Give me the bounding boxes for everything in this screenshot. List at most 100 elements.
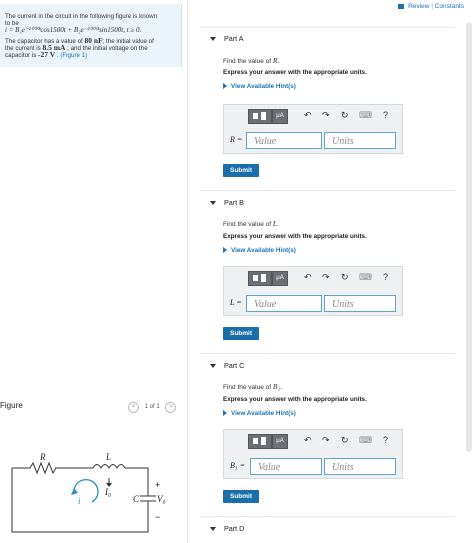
v-value: -27 V — [38, 50, 56, 59]
part-d-header[interactable]: Part D — [210, 524, 244, 533]
part-b-answer-box: μA ↶ ↷ ↻ ⌨ ? L = Value Units — [223, 266, 403, 316]
part-b-divider — [200, 190, 455, 191]
i0-label: I₀ — [104, 487, 111, 497]
redo-icon[interactable]: ↷ — [322, 272, 330, 283]
units-button[interactable]: μA — [272, 109, 288, 124]
review-link[interactable]: Review — [408, 3, 429, 10]
part-b-hints-link[interactable]: View Available Hint(s) — [223, 247, 296, 254]
reset-icon[interactable]: ↻ — [341, 110, 349, 121]
undo-icon[interactable]: ↶ — [304, 110, 312, 121]
part-d-divider — [200, 516, 455, 517]
figure-link[interactable]: (Figure 1) — [60, 52, 87, 59]
help-icon[interactable]: ? — [383, 110, 388, 120]
help-icon[interactable]: ? — [383, 435, 388, 445]
keyboard-icon[interactable]: ⌨ — [359, 110, 372, 121]
part-c-hints-link[interactable]: View Available Hint(s) — [223, 410, 296, 417]
help-icon[interactable]: ? — [383, 272, 388, 282]
header-links: Review | Constants — [398, 3, 464, 10]
keyboard-icon[interactable]: ⌨ — [359, 272, 372, 283]
part-c-divider — [200, 353, 455, 354]
plus-sign: + — [155, 480, 160, 490]
v0-label: V₀ — [157, 494, 166, 504]
next-figure-button[interactable]: > — [165, 402, 177, 413]
part-a-units-input[interactable]: Units — [324, 132, 396, 149]
units-button[interactable]: μA — [272, 271, 288, 286]
part-d-title: Part D — [224, 524, 245, 533]
part-c-answer-box: μA ↶ ↷ ↻ ⌨ ? B₁ = Value Units — [223, 429, 403, 479]
capacitor — [140, 495, 156, 502]
collapse-arrow-icon — [210, 527, 216, 532]
part-a-submit-button[interactable]: Submit — [223, 164, 260, 177]
redo-icon[interactable]: ↷ — [322, 435, 330, 446]
hint-label: View Available Hint(s) — [231, 247, 296, 254]
find-text: Find the value of — [223, 221, 273, 228]
part-b-title: Part B — [224, 198, 244, 207]
current-equation: i = B₁e⁻²⁰⁰⁰ᵗcos1500t + B₂e⁻²⁰⁰⁰ᵗsin1500… — [5, 26, 142, 34]
part-a-title: Part A — [224, 34, 244, 43]
templates-icon[interactable] — [248, 434, 272, 449]
part-c-value-input[interactable]: Value — [250, 458, 322, 475]
inductor — [92, 464, 149, 496]
part-a-header[interactable]: Part A — [210, 34, 244, 43]
part-b-instruction: Express your answer with the appropriate… — [223, 233, 367, 240]
part-a-instruction: Express your answer with the appropriate… — [223, 69, 367, 76]
find-variable: B₁ — [272, 382, 281, 391]
part-c-instruction: Express your answer with the appropriate… — [223, 396, 367, 403]
part-b-header[interactable]: Part B — [210, 198, 244, 207]
hint-arrow-icon — [223, 247, 227, 254]
reset-icon[interactable]: ↻ — [341, 272, 349, 283]
part-b-eq-label: L = — [230, 298, 242, 307]
part-a-question: Find the value of R. — [223, 56, 280, 65]
templates-icon[interactable] — [248, 271, 272, 286]
hint-arrow-icon — [223, 83, 227, 90]
units-button[interactable]: μA — [272, 434, 288, 449]
header-separator: | — [431, 3, 433, 10]
figure-pager: < 1 of 1 > — [128, 402, 177, 413]
resistor-label: R — [39, 452, 46, 462]
part-c-title: Part C — [224, 361, 245, 370]
part-c-units-input[interactable]: Units — [324, 458, 396, 475]
part-c-eq-label: B₁ = — [230, 461, 246, 470]
circuit-diagram: R L I₀ i C V₀ + − — [11, 452, 166, 533]
collapse-arrow-icon — [210, 364, 216, 369]
review-icon — [398, 3, 405, 9]
capacitor-label: C — [133, 494, 140, 504]
undo-icon[interactable]: ↶ — [304, 435, 312, 446]
minus-sign: − — [155, 512, 160, 522]
resistor — [12, 461, 93, 475]
scrollbar[interactable] — [466, 22, 472, 452]
hint-label: View Available Hint(s) — [231, 410, 296, 417]
part-a-divider — [200, 27, 455, 28]
find-text: Find the value of — [223, 58, 273, 65]
constants-link[interactable]: Constants — [435, 3, 464, 10]
part-b-submit-button[interactable]: Submit — [223, 327, 260, 340]
collapse-arrow-icon — [210, 37, 216, 42]
part-c-header[interactable]: Part C — [210, 361, 244, 370]
undo-icon[interactable]: ↶ — [304, 272, 312, 283]
part-b-value-input[interactable]: Value — [246, 295, 322, 312]
templates-icon[interactable] — [248, 109, 272, 124]
part-b-question: Find the value of L. — [223, 219, 279, 228]
find-variable: L — [272, 219, 278, 228]
part-a-hints-link[interactable]: View Available Hint(s) — [223, 83, 296, 90]
part-b-units-input[interactable]: Units — [324, 295, 396, 312]
problem-line-5: capacitor is -27 V . (Figure 1) — [5, 51, 87, 60]
keyboard-icon[interactable]: ⌨ — [359, 435, 372, 446]
v-text-a: capacitor is — [5, 52, 39, 59]
current-label: i — [78, 496, 81, 506]
part-a-value-input[interactable]: Value — [246, 132, 322, 149]
part-c-question: Find the value of B₁. — [223, 382, 282, 391]
hint-arrow-icon — [223, 410, 227, 417]
inductor-label: L — [105, 452, 111, 462]
part-c-submit-button[interactable]: Submit — [223, 490, 260, 503]
part-a-answer-box: μA ↶ ↷ ↻ ⌨ ? R = Value Units — [223, 104, 403, 154]
figure-page-count: 1 of 1 — [144, 404, 160, 410]
problem-line-1: The current in the circuit in the follow… — [5, 13, 158, 20]
column-divider — [187, 0, 188, 543]
current-arrowhead — [71, 488, 78, 495]
reset-icon[interactable]: ↻ — [341, 435, 349, 446]
prev-figure-button[interactable]: < — [128, 402, 139, 413]
redo-icon[interactable]: ↷ — [322, 110, 330, 121]
hint-label: View Available Hint(s) — [231, 83, 296, 90]
figure-label: Figure — [0, 401, 23, 410]
